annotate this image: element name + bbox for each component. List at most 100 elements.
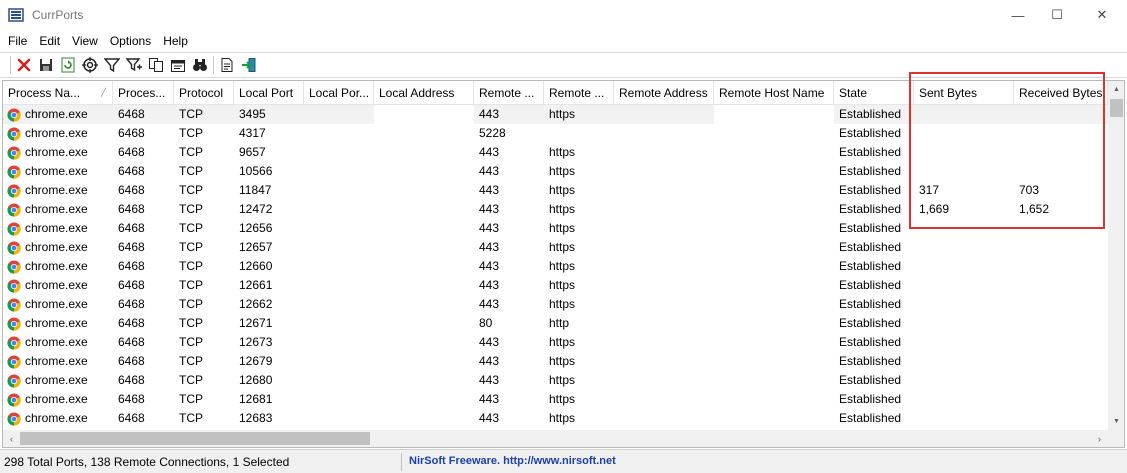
menu-help[interactable]: Help	[157, 31, 194, 51]
cell-value: chrome.exe	[25, 183, 88, 197]
table-cell	[374, 409, 474, 428]
menu-file[interactable]: File	[2, 31, 33, 51]
table-cell: TCP	[174, 314, 234, 333]
table-row[interactable]: chrome.exe 6468 TCP 12673 443 https Establishe…	[3, 333, 1108, 352]
cell-value: Established	[839, 278, 902, 292]
chrome-icon	[7, 411, 21, 426]
cell-value: chrome.exe	[25, 316, 88, 330]
column-header-3[interactable]: Local Port	[234, 81, 304, 105]
column-header-8[interactable]: Remote Address	[614, 81, 714, 105]
table-row[interactable]: chrome.exe 6468 TCP 12679 443 https Establishe…	[3, 352, 1108, 371]
menu-edit[interactable]: Edit	[33, 31, 66, 51]
table-row[interactable]: chrome.exe 6468 TCP 12683 443 https Establishe…	[3, 409, 1108, 428]
cell-value: Established	[839, 373, 902, 387]
table-cell	[714, 295, 834, 314]
scroll-right-arrow-icon[interactable]: ›	[1091, 430, 1108, 447]
cell-value: Established	[839, 183, 902, 197]
table-row[interactable]: chrome.exe 6468 TCP 12680 443 https Establishe…	[3, 371, 1108, 390]
table-cell	[374, 333, 474, 352]
table-cell	[914, 314, 1014, 333]
find-button[interactable]	[189, 54, 211, 76]
nirsoft-link[interactable]: NirSoft Freeware. http://www.nirsoft.net	[409, 455, 616, 467]
table-cell	[914, 295, 1014, 314]
maximize-button[interactable]: ☐	[1034, 0, 1080, 30]
scroll-down-arrow-icon[interactable]: ▼	[1108, 413, 1124, 430]
table-row[interactable]: chrome.exe 6468 TCP 12661 443 https Establishe…	[3, 276, 1108, 295]
refresh-button[interactable]	[57, 54, 79, 76]
close-connection-button[interactable]	[13, 54, 35, 76]
cell-value: 6468	[118, 297, 145, 311]
column-header-5[interactable]: Local Address	[374, 81, 474, 105]
horizontal-scrollbar[interactable]: ‹ ›	[3, 430, 1108, 447]
cell-value: TCP	[179, 126, 203, 140]
table-row[interactable]: chrome.exe 6468 TCP 12662 443 https Establishe…	[3, 295, 1108, 314]
table-cell: 6468	[113, 409, 174, 428]
table-cell	[714, 390, 834, 409]
cell-value: https	[549, 202, 576, 216]
table-cell: chrome.exe	[3, 238, 113, 257]
menu-options[interactable]: Options	[104, 31, 157, 51]
table-cell: 443	[474, 200, 544, 219]
table-cell	[1014, 333, 1108, 352]
menu-view[interactable]: View	[66, 31, 104, 51]
properties-button[interactable]	[79, 54, 101, 76]
cell-value: 6468	[118, 164, 145, 178]
report-button[interactable]	[216, 54, 238, 76]
table-cell	[714, 371, 834, 390]
html-report-button[interactable]	[167, 54, 189, 76]
cell-value: 443	[479, 297, 500, 311]
table-cell: 12661	[234, 276, 304, 295]
binoculars-icon	[193, 59, 207, 71]
copy-button[interactable]	[145, 54, 167, 76]
table-cell	[714, 276, 834, 295]
column-header-7[interactable]: Remote ...	[544, 81, 614, 105]
table-cell: Established	[834, 314, 914, 333]
cell-value: 443	[479, 392, 500, 406]
vertical-scroll-thumb[interactable]	[1110, 99, 1123, 117]
close-window-button[interactable]: ✕	[1079, 0, 1125, 30]
filter-button[interactable]	[101, 54, 123, 76]
table-row[interactable]: chrome.exe 6468 TCP 12660 443 https Establishe…	[3, 257, 1108, 276]
filter-icon	[104, 58, 120, 73]
column-header-label: Remote ...	[479, 86, 535, 100]
scroll-up-arrow-icon[interactable]: ▲	[1108, 81, 1124, 98]
cell-value: 443	[479, 221, 500, 235]
advanced-filter-button[interactable]	[123, 54, 145, 76]
table-cell: 6468	[113, 124, 174, 143]
cell-value: 6468	[118, 354, 145, 368]
column-header-4[interactable]: Local Por...	[304, 81, 374, 105]
vertical-scrollbar[interactable]: ▲ ▼	[1108, 81, 1124, 430]
table-row[interactable]: chrome.exe 6468 TCP 12681 443 https Establishe…	[3, 390, 1108, 409]
column-header-10[interactable]: State	[834, 81, 914, 105]
table-cell: 443	[474, 390, 544, 409]
table-cell: 12673	[234, 333, 304, 352]
table-cell	[304, 314, 374, 333]
table-row[interactable]: chrome.exe 6468 TCP 12671 80 http Established	[3, 314, 1108, 333]
table-cell	[374, 390, 474, 409]
table-cell	[914, 390, 1014, 409]
exit-button[interactable]	[238, 54, 260, 76]
table-cell	[914, 257, 1014, 276]
table-cell	[714, 219, 834, 238]
table-cell: https	[544, 390, 614, 409]
scroll-left-arrow-icon[interactable]: ‹	[3, 430, 20, 447]
table-cell	[914, 238, 1014, 257]
column-header-9[interactable]: Remote Host Name	[714, 81, 834, 105]
table-cell	[374, 238, 474, 257]
table-cell	[374, 181, 474, 200]
cell-value: Established	[839, 392, 902, 406]
save-button[interactable]	[35, 54, 57, 76]
cell-value: 5228	[479, 126, 506, 140]
table-cell	[614, 143, 714, 162]
table-cell: Established	[834, 219, 914, 238]
column-header-1[interactable]: Proces...	[113, 81, 174, 105]
column-header-6[interactable]: Remote ...	[474, 81, 544, 105]
horizontal-scroll-thumb[interactable]	[20, 432, 370, 445]
cell-value: chrome.exe	[25, 240, 88, 254]
column-header-2[interactable]: Protocol	[174, 81, 234, 105]
cell-value: https	[549, 221, 576, 235]
cell-value: TCP	[179, 107, 203, 121]
table-row[interactable]: chrome.exe 6468 TCP 12657 443 https Establishe…	[3, 238, 1108, 257]
table-cell: chrome.exe	[3, 105, 113, 124]
column-header-0[interactable]: Process Na... ╱	[3, 81, 113, 105]
